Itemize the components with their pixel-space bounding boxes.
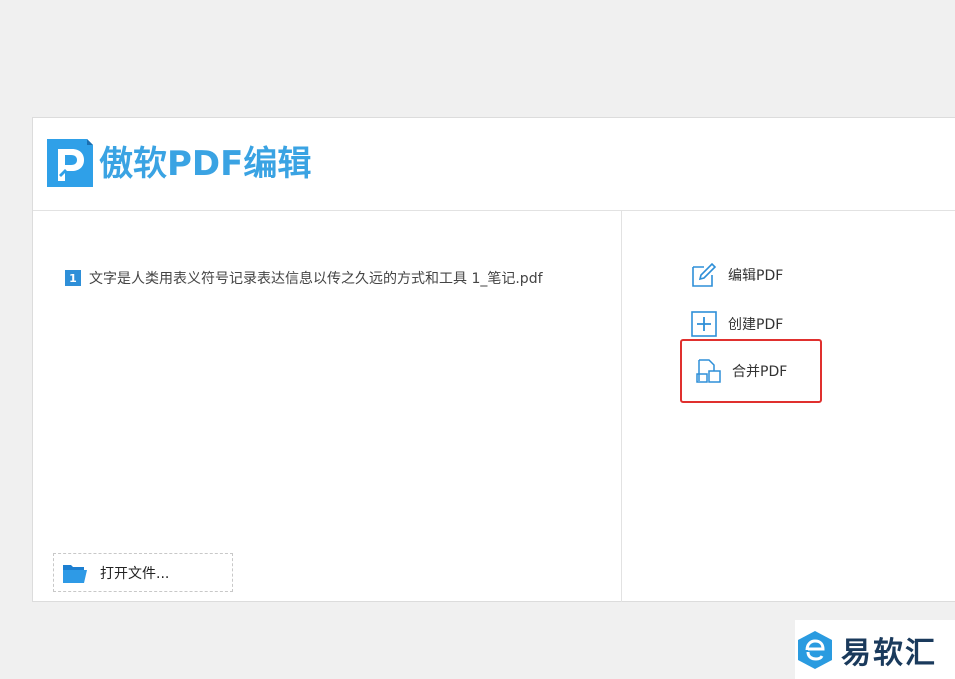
folder-icon: [63, 564, 87, 583]
actions-pane: 编辑PDF 创建PDF 合并PDF: [622, 211, 955, 602]
merge-icon: [696, 359, 721, 383]
app-window: 傲软PDF编辑 1 文字是人类用表义符号记录表达信息以传之久远的方式和工具 1_…: [32, 117, 955, 602]
create-pdf-label: 创建PDF: [728, 317, 784, 333]
open-file-label: 打开文件...: [100, 565, 170, 582]
watermark-text: 易软汇: [841, 635, 937, 671]
open-file-button[interactable]: 打开文件...: [53, 553, 233, 592]
edit-pdf-button[interactable]: 编辑PDF: [690, 261, 783, 289]
edit-pdf-label: 编辑PDF: [728, 268, 784, 284]
merge-pdf-label: 合并PDF: [732, 364, 788, 380]
create-pdf-button[interactable]: 创建PDF: [690, 310, 783, 338]
recent-file-item[interactable]: 1 文字是人类用表义符号记录表达信息以传之久远的方式和工具 1_笔记.pdf: [65, 268, 543, 288]
app-title: 傲软PDF编辑: [99, 144, 312, 184]
app-logo-icon: [47, 139, 93, 187]
edit-icon: [692, 262, 717, 287]
recent-file-index: 1: [65, 270, 81, 286]
merge-pdf-button[interactable]: 合并PDF: [694, 357, 787, 385]
watermark: 易软汇: [795, 620, 955, 679]
header: 傲软PDF编辑: [33, 118, 955, 211]
watermark-logo-icon: [798, 630, 832, 669]
recent-file-name: 文字是人类用表义符号记录表达信息以传之久远的方式和工具 1_笔记.pdf: [89, 271, 543, 287]
recent-files-pane: 1 文字是人类用表义符号记录表达信息以传之久远的方式和工具 1_笔记.pdf 打…: [33, 211, 622, 602]
add-icon: [691, 311, 717, 337]
